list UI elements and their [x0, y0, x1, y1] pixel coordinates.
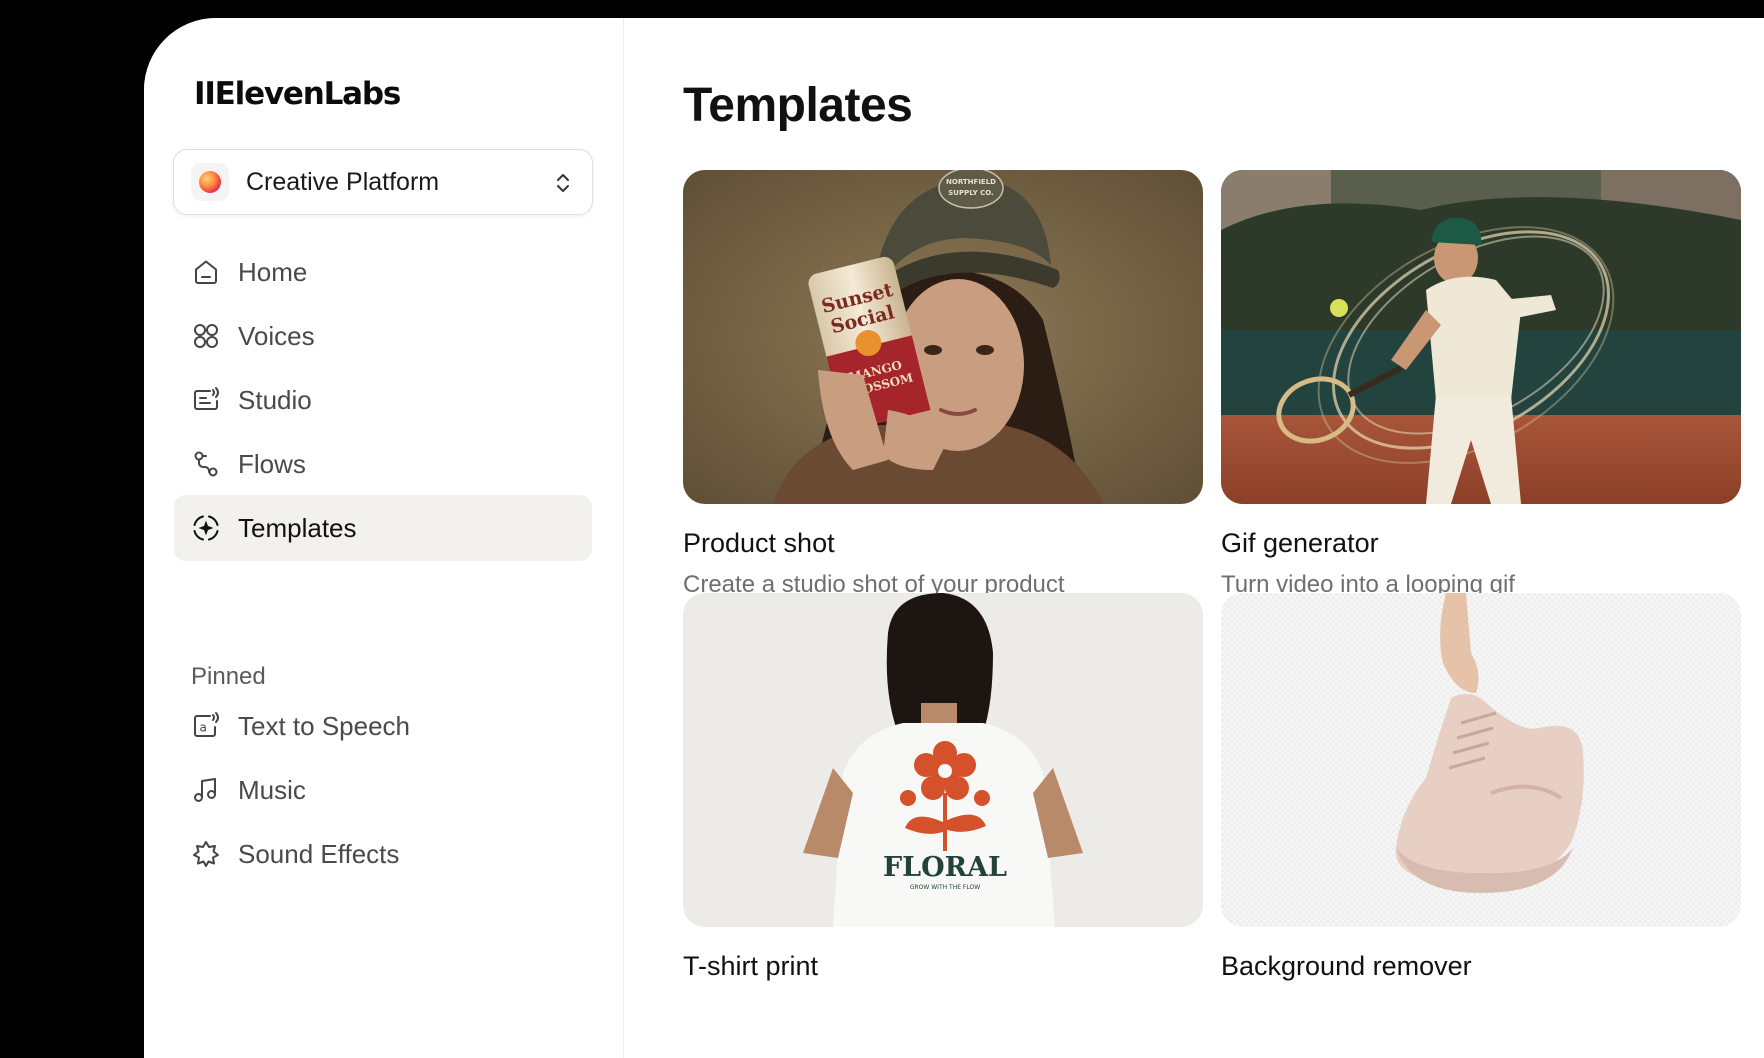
card-title: Gif generator: [1221, 528, 1379, 558]
sidebar-item-label: Sound Effects: [238, 838, 400, 869]
card-title: Background remover: [1221, 951, 1472, 981]
workspace-name: Creative Platform: [246, 167, 440, 196]
voices-icon: [190, 320, 222, 352]
template-card-product-shot[interactable]: NORTHFIELD SUPPLY CO. Sunset Social MANG…: [683, 170, 1203, 599]
templates-icon: [190, 512, 222, 544]
card-title: Product shot: [683, 528, 835, 558]
shirt-print-text: FLORAL: [883, 852, 1007, 883]
cap-patch-text-2: SUPPLY CO.: [948, 189, 993, 197]
product-shot-thumbnail[interactable]: NORTHFIELD SUPPLY CO. Sunset Social MANG…: [683, 170, 1203, 504]
sidebar: IIElevenLabs Creative Platform Home Voic…: [144, 18, 624, 1058]
sidebar-item-label: Studio: [238, 384, 312, 415]
sidebar-item-templates[interactable]: Templates: [174, 495, 592, 561]
flows-icon: [190, 448, 222, 480]
text-to-speech-icon: a: [190, 710, 222, 742]
shirt-tagline-text: GROW WITH THE FLOW: [910, 884, 980, 891]
cap-patch-text-1: NORTHFIELD: [946, 178, 996, 186]
gif-generator-thumbnail[interactable]: [1221, 170, 1741, 504]
sound-effects-icon: [190, 838, 222, 870]
sidebar-item-label: Templates: [238, 512, 357, 543]
template-card-tshirt-print[interactable]: FLORAL GROW WITH THE FLOW T-shirt print: [683, 593, 1203, 982]
background-remover-thumbnail[interactable]: [1221, 593, 1741, 927]
sidebar-item-label: Voices: [238, 320, 315, 351]
sidebar-item-label: Text to Speech: [238, 710, 410, 741]
sidebar-item-home[interactable]: Home: [174, 239, 592, 305]
chevron-updown-icon: [557, 174, 569, 192]
studio-icon: [190, 384, 222, 416]
sidebar-item-sound-effects[interactable]: Sound Effects: [174, 821, 592, 887]
svg-text:a: a: [200, 721, 207, 735]
card-title: T-shirt print: [683, 951, 819, 981]
template-card-background-remover[interactable]: Background remover: [1221, 593, 1741, 982]
sidebar-item-label: Flows: [238, 448, 306, 479]
sidebar-item-music[interactable]: Music: [174, 757, 592, 823]
app-window: IIElevenLabs Creative Platform Home Voic…: [144, 18, 1764, 1058]
workspace-switcher[interactable]: Creative Platform: [173, 149, 593, 215]
main-content: Templates NORTHFIELD SUPPLY CO. Sunset S…: [623, 18, 1764, 1058]
elevenlabs-logo[interactable]: IIElevenLabs: [194, 76, 401, 112]
sidebar-item-studio[interactable]: Studio: [174, 367, 592, 433]
sidebar-item-label: Music: [238, 774, 306, 805]
page-title: Templates: [683, 79, 913, 132]
pinned-section-label: Pinned: [191, 663, 266, 690]
home-icon: [190, 256, 222, 288]
workspace-avatar: [191, 163, 229, 201]
tshirt-print-thumbnail[interactable]: FLORAL GROW WITH THE FLOW: [683, 593, 1203, 927]
sidebar-item-label: Home: [238, 256, 308, 287]
sidebar-item-flows[interactable]: Flows: [174, 431, 592, 497]
music-icon: [190, 774, 222, 806]
template-card-gif-generator[interactable]: Gif generator Turn video into a looping …: [1221, 170, 1741, 599]
sidebar-item-voices[interactable]: Voices: [174, 303, 592, 369]
sidebar-item-text-to-speech[interactable]: a Text to Speech: [174, 693, 592, 759]
